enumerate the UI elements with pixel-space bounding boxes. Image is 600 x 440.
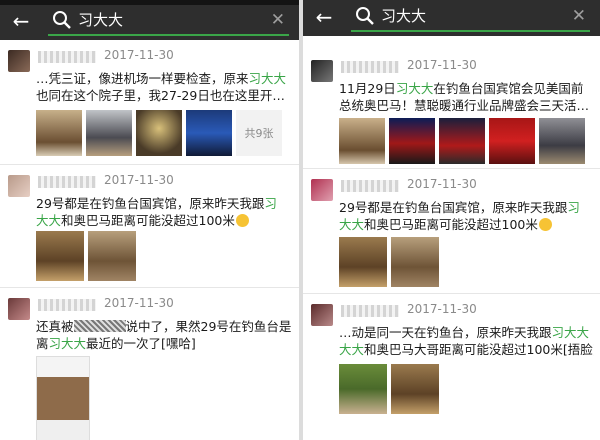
photo-thumbnail[interactable] <box>339 364 387 414</box>
moment-card[interactable]: 2017-11-30 …凭三证，像进机场一样要检查，原来习大大 也同在这个院子里… <box>0 40 299 165</box>
search-input[interactable] <box>381 5 551 27</box>
blurred-username <box>341 61 399 73</box>
left-search-screen: ← ✕ 2017-11-30 …凭三证，像进机场一样要检查，原来习大大 也同在这… <box>0 0 299 440</box>
search-results: 2017-11-30 …凭三证，像进机场一样要检查，原来习大大 也同在这个院子里… <box>0 40 299 440</box>
photo-thumbnail[interactable] <box>136 110 182 156</box>
smile-emoji-icon <box>538 218 552 231</box>
avatar[interactable] <box>311 179 333 201</box>
image-thumbnails <box>36 231 136 281</box>
keyword-highlight: 大大 <box>339 342 365 357</box>
avatar[interactable] <box>8 50 30 72</box>
search-icon <box>356 7 374 25</box>
post-text-line: 大大和奥巴马距离可能没超过100米 <box>36 212 293 229</box>
post-text-line: …动是同一天在钓鱼台，原来昨天我跟习大大 <box>339 325 590 340</box>
photo-thumbnail[interactable] <box>539 118 585 164</box>
search-field[interactable]: ✕ <box>351 4 590 32</box>
post-text-line: 大大和奥巴马大哥距离可能没超过100米[捂脸] <box>339 342 594 357</box>
moment-card[interactable]: 2017-11-30 29号都是在钓鱼台国宾馆，原来昨天我跟习 大大和奥巴马距离… <box>0 165 299 288</box>
photo-thumbnail[interactable] <box>391 364 439 414</box>
post-time: 2017-11-30 <box>104 48 174 62</box>
photo-thumbnail[interactable] <box>186 110 232 156</box>
photo-thumbnail[interactable] <box>86 110 132 156</box>
avatar[interactable] <box>8 298 30 320</box>
keyword-highlight: 习 <box>567 200 580 215</box>
more-images-indicator[interactable]: 共9张 <box>236 110 282 156</box>
back-arrow-icon[interactable]: ← <box>10 10 32 32</box>
post-text-line: 29号都是在钓鱼台国宾馆，原来昨天我跟习 <box>339 200 580 215</box>
photo-thumbnail[interactable] <box>339 237 387 287</box>
keyword-highlight: 习大大 <box>551 325 590 340</box>
clear-icon[interactable]: ✕ <box>271 9 285 31</box>
clear-icon[interactable]: ✕ <box>572 5 586 27</box>
post-time: 2017-11-30 <box>104 296 174 310</box>
back-arrow-icon[interactable]: ← <box>313 6 335 28</box>
image-thumbnails <box>339 237 439 287</box>
post-time: 2017-11-30 <box>407 58 477 72</box>
search-icon <box>53 11 71 29</box>
post-text-line: 大大和奥巴马距离可能没超过100米 <box>339 216 594 233</box>
moment-card[interactable]: 2017-11-30 还真被 说中了，果然29号在钓鱼台是 离习大大最近的一次了[… <box>0 288 299 440</box>
image-thumbnails <box>339 118 585 164</box>
keyword-highlight: 习 <box>264 196 277 211</box>
blurred-username <box>38 176 96 188</box>
blurred-username <box>341 305 399 317</box>
moment-card[interactable]: 2017-11-30 29号都是在钓鱼台国宾馆，原来昨天我跟习 大大和奥巴马距离… <box>303 169 600 294</box>
keyword-highlight: 大大 <box>339 217 365 232</box>
photo-thumbnail[interactable] <box>88 231 136 281</box>
avatar[interactable] <box>311 60 333 82</box>
photo-thumbnail[interactable] <box>391 237 439 287</box>
image-thumbnails <box>36 356 90 440</box>
post-text-line: 离习大大最近的一次了[嘿哈] <box>36 336 196 351</box>
post-time: 2017-11-30 <box>407 302 477 316</box>
photo-thumbnail[interactable] <box>36 231 84 281</box>
right-search-screen: ← ✕ 2017-11-30 11月29日习大大在钓鱼台国宾馆会见美国前 总统奥… <box>303 0 600 440</box>
pixelated-name <box>73 320 126 332</box>
post-text-line: 还真被 说中了，果然29号在钓鱼台是 <box>36 319 292 334</box>
keyword-highlight: 习大大 <box>48 336 87 351</box>
search-header: ← ✕ <box>303 0 600 36</box>
avatar[interactable] <box>311 304 333 326</box>
post-time: 2017-11-30 <box>407 177 477 191</box>
photo-thumbnail[interactable] <box>439 118 485 164</box>
blurred-username <box>38 299 96 311</box>
keyword-highlight: 习大大 <box>395 81 434 96</box>
avatar[interactable] <box>8 175 30 197</box>
moment-card[interactable]: 2017-11-30 …动是同一天在钓鱼台，原来昨天我跟习大大 大大和奥巴马大哥… <box>303 294 600 440</box>
search-results: 2017-11-30 11月29日习大大在钓鱼台国宾馆会见美国前 总统奥巴马！慧… <box>303 36 600 440</box>
image-thumbnails <box>339 364 439 414</box>
smile-emoji-icon <box>235 214 249 227</box>
post-text-line: …凭三证，像进机场一样要检查，原来习大大 <box>36 71 287 86</box>
screenshot-comparison: ← ✕ 2017-11-30 …凭三证，像进机场一样要检查，原来习大大 也同在这… <box>0 0 600 440</box>
image-thumbnails: 共9张 <box>36 110 282 156</box>
blurred-username <box>38 51 96 63</box>
blurred-username <box>341 180 399 192</box>
photo-thumbnail[interactable] <box>489 118 535 164</box>
photo-thumbnail[interactable] <box>36 356 90 440</box>
photo-thumbnail[interactable] <box>36 110 82 156</box>
photo-thumbnail[interactable] <box>389 118 435 164</box>
post-text-line: 总统奥巴马！慧聪暖通行业品牌盛会三天活… <box>339 98 590 113</box>
search-field[interactable]: ✕ <box>48 8 289 36</box>
post-text-line: 11月29日习大大在钓鱼台国宾馆会见美国前 <box>339 81 584 96</box>
status-bar <box>0 0 299 5</box>
photo-thumbnail[interactable] <box>339 118 385 164</box>
post-text-line: 也同在这个院子里，我27-29日也在这里开… <box>36 88 285 103</box>
moment-card[interactable]: 2017-11-30 11月29日习大大在钓鱼台国宾馆会见美国前 总统奥巴马！慧… <box>303 50 600 169</box>
keyword-highlight: 习大大 <box>248 71 287 86</box>
search-input[interactable] <box>78 9 248 31</box>
post-time: 2017-11-30 <box>104 173 174 187</box>
keyword-highlight: 大大 <box>36 213 62 228</box>
search-header: ← ✕ <box>0 0 299 40</box>
post-text-line: 29号都是在钓鱼台国宾馆，原来昨天我跟习 <box>36 196 277 211</box>
